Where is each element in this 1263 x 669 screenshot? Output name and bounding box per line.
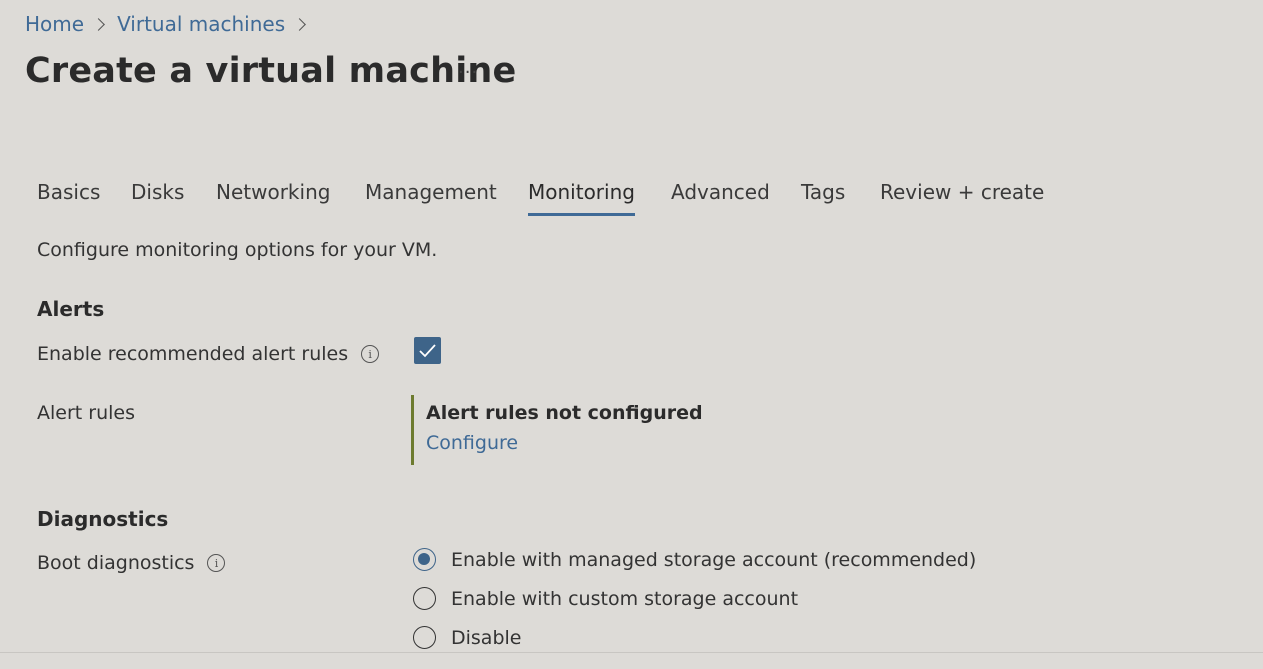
chevron-right-icon [92, 17, 105, 31]
radio-button-selected[interactable] [413, 548, 436, 571]
breadcrumb: Home Virtual machines [25, 12, 318, 36]
tab-review-create[interactable]: Review + create [880, 180, 1044, 204]
configure-link[interactable]: Configure [426, 432, 711, 454]
tab-disks[interactable]: Disks [131, 180, 184, 204]
tab-monitoring[interactable]: Monitoring [528, 180, 635, 216]
boot-diagnostics-row: Boot diagnostics i [37, 552, 226, 574]
radio-label: Enable with custom storage account [451, 587, 799, 610]
info-icon[interactable]: i [207, 554, 226, 572]
tab-management[interactable]: Management [365, 180, 497, 204]
boot-diag-option-managed[interactable]: Enable with managed storage account (rec… [413, 548, 976, 571]
tab-advanced[interactable]: Advanced [671, 180, 770, 204]
boot-diagnostics-label: Boot diagnostics [37, 552, 195, 574]
radio-button[interactable] [413, 626, 436, 649]
alerts-heading: Alerts [37, 297, 105, 321]
boot-diag-option-custom[interactable]: Enable with custom storage account [413, 587, 798, 610]
enable-alert-rules-row: Enable recommended alert rules i [37, 343, 380, 365]
radio-label: Enable with managed storage account (rec… [451, 548, 977, 571]
info-icon[interactable]: i [361, 345, 380, 363]
enable-alert-rules-label: Enable recommended alert rules [37, 343, 349, 365]
alert-rules-status-title: Alert rules not configured [426, 402, 703, 424]
alert-rules-status-box: Alert rules not configured Configure [411, 395, 711, 465]
chevron-right-icon [293, 17, 307, 31]
breadcrumb-virtual-machines-link[interactable]: Virtual machines [117, 12, 285, 36]
boot-diag-option-disable[interactable]: Disable [413, 626, 521, 649]
page-title: Create a virtual machine [25, 51, 517, 91]
alert-rules-label: Alert rules [37, 402, 135, 424]
enable-alert-rules-checkbox[interactable] [414, 337, 441, 364]
footer-divider [0, 652, 1263, 653]
more-icon[interactable]: ··· [458, 62, 478, 83]
breadcrumb-home-link[interactable]: Home [25, 12, 84, 36]
tab-basics[interactable]: Basics [37, 180, 100, 204]
radio-label: Disable [451, 626, 522, 649]
tab-tags[interactable]: Tags [801, 180, 845, 204]
radio-button[interactable] [413, 587, 436, 610]
page-description: Configure monitoring options for your VM… [37, 239, 438, 261]
tab-networking[interactable]: Networking [216, 180, 330, 204]
diagnostics-heading: Diagnostics [37, 507, 169, 531]
checkmark-icon [419, 344, 436, 358]
